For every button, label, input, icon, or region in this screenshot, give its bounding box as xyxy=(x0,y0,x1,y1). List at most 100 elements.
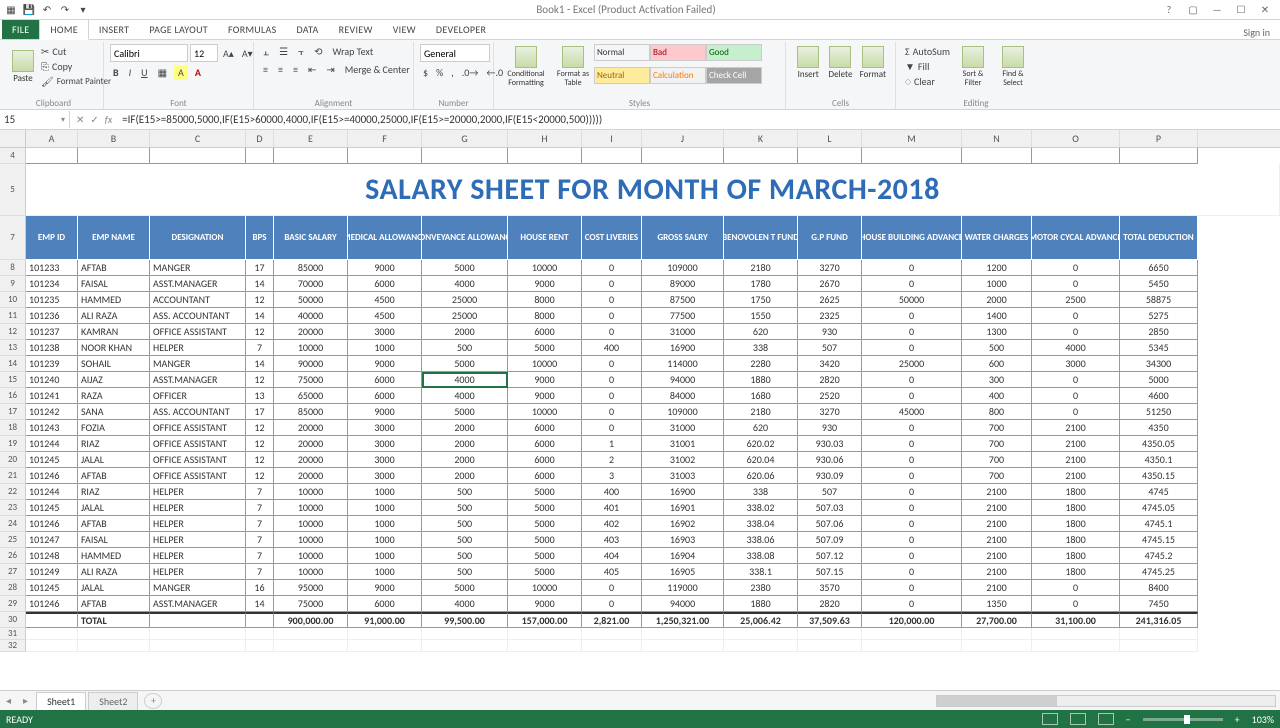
cell[interactable] xyxy=(962,148,1032,164)
cell[interactable]: OFFICE ASSISTANT xyxy=(150,420,246,436)
cell[interactable]: 12 xyxy=(246,292,274,308)
cell[interactable]: HELPER xyxy=(150,532,246,548)
cell[interactable]: 4000 xyxy=(422,372,508,388)
cell[interactable]: 31000 xyxy=(642,324,724,340)
cell[interactable]: 0 xyxy=(1032,372,1120,388)
cell[interactable]: 0 xyxy=(862,468,962,484)
cell[interactable]: 620 xyxy=(724,324,798,340)
tab-data[interactable]: DATA xyxy=(287,20,329,39)
cell[interactable]: 2000 xyxy=(422,420,508,436)
percent-icon[interactable]: % xyxy=(433,65,446,80)
cell[interactable]: 2100 xyxy=(1032,420,1120,436)
cell[interactable]: 2820 xyxy=(798,596,862,612)
cell[interactable] xyxy=(962,628,1032,640)
cell[interactable]: 930 xyxy=(798,420,862,436)
cell[interactable] xyxy=(78,148,150,164)
column-header[interactable]: K xyxy=(724,130,798,147)
indent-increase-icon[interactable]: ⇥ xyxy=(323,62,337,77)
page-layout-view-icon[interactable] xyxy=(1070,713,1086,725)
cell[interactable]: 4350 xyxy=(1120,420,1198,436)
cell[interactable]: AFTAB xyxy=(78,260,150,276)
cell[interactable]: 0 xyxy=(862,388,962,404)
cell[interactable]: 12 xyxy=(246,324,274,340)
row-header[interactable]: 15 xyxy=(0,372,26,388)
cell[interactable]: 2325 xyxy=(798,308,862,324)
delete-cells-button[interactable]: Delete xyxy=(824,44,856,82)
autosum-button[interactable]: ΣAutoSum xyxy=(902,44,953,59)
cell[interactable]: 700 xyxy=(962,436,1032,452)
cell[interactable]: 4000 xyxy=(422,596,508,612)
cell[interactable]: 1000 xyxy=(348,548,422,564)
cell[interactable]: 0 xyxy=(582,308,642,324)
cell[interactable]: 338.08 xyxy=(724,548,798,564)
cell[interactable]: 5000 xyxy=(422,404,508,420)
cell[interactable]: 5000 xyxy=(422,580,508,596)
cell[interactable]: 16900 xyxy=(642,340,724,356)
cell[interactable]: 400 xyxy=(582,340,642,356)
cell[interactable] xyxy=(1120,628,1198,640)
cell[interactable]: 6000 xyxy=(348,372,422,388)
cell[interactable]: 25000 xyxy=(422,308,508,324)
cell[interactable]: 0 xyxy=(582,276,642,292)
cell[interactable]: 0 xyxy=(862,436,962,452)
cell[interactable]: 9000 xyxy=(508,276,582,292)
cell[interactable]: 1000 xyxy=(348,516,422,532)
cell[interactable]: 0 xyxy=(1032,388,1120,404)
cell[interactable] xyxy=(642,640,724,652)
cell[interactable]: 7 xyxy=(246,484,274,500)
cell[interactable]: 10000 xyxy=(508,356,582,372)
column-header[interactable]: P xyxy=(1120,130,1198,147)
cell[interactable]: 3000 xyxy=(348,468,422,484)
cell[interactable]: 101245 xyxy=(26,500,78,516)
cell[interactable]: 2100 xyxy=(1032,452,1120,468)
cell[interactable]: 338 xyxy=(724,340,798,356)
cell[interactable]: 95000 xyxy=(274,580,348,596)
column-header[interactable]: L xyxy=(798,130,862,147)
cell[interactable]: JALAL xyxy=(78,580,150,596)
cell[interactable]: 50000 xyxy=(274,292,348,308)
cell[interactable]: 2500 xyxy=(1032,292,1120,308)
cell[interactable] xyxy=(1120,640,1198,652)
cell[interactable]: HELPER xyxy=(150,340,246,356)
column-header[interactable]: M xyxy=(862,130,962,147)
increase-decimal-icon[interactable]: .0→ xyxy=(459,65,482,80)
cell[interactable] xyxy=(798,628,862,640)
cell[interactable]: 31,100.00 xyxy=(1032,612,1120,628)
cell[interactable]: 45000 xyxy=(862,404,962,420)
cell[interactable]: 2000 xyxy=(962,292,1032,308)
cell[interactable]: 101237 xyxy=(26,324,78,340)
cell[interactable]: 2280 xyxy=(724,356,798,372)
cell[interactable]: 0 xyxy=(862,308,962,324)
cell[interactable] xyxy=(724,640,798,652)
row-header[interactable]: 5 xyxy=(0,164,26,216)
cell[interactable]: 3270 xyxy=(798,404,862,420)
tab-home[interactable]: HOME xyxy=(39,19,88,40)
cell[interactable]: 500 xyxy=(422,340,508,356)
cell[interactable]: 101234 xyxy=(26,276,78,292)
tab-review[interactable]: REVIEW xyxy=(329,20,383,39)
cell[interactable]: 2180 xyxy=(724,260,798,276)
cell[interactable]: HAMMED xyxy=(78,548,150,564)
cell[interactable]: 5000 xyxy=(508,548,582,564)
cell[interactable]: 1 xyxy=(582,436,642,452)
cell[interactable]: 101244 xyxy=(26,484,78,500)
cell[interactable]: 16901 xyxy=(642,500,724,516)
cell[interactable]: 2850 xyxy=(1120,324,1198,340)
cell[interactable]: BPS xyxy=(246,216,274,260)
fill-button[interactable]: ▼Fill xyxy=(902,59,953,74)
cell[interactable] xyxy=(724,148,798,164)
cell[interactable]: 0 xyxy=(582,260,642,276)
row-header[interactable]: 7 xyxy=(0,216,26,260)
cell[interactable]: 101245 xyxy=(26,452,78,468)
cell[interactable]: 700 xyxy=(962,452,1032,468)
row-header[interactable]: 18 xyxy=(0,420,26,436)
cell[interactable]: 507.06 xyxy=(798,516,862,532)
cell[interactable]: ALI RAZA xyxy=(78,308,150,324)
cell[interactable]: 7 xyxy=(246,340,274,356)
tab-view[interactable]: VIEW xyxy=(383,20,426,39)
row-header[interactable]: 4 xyxy=(0,148,26,164)
column-header[interactable]: F xyxy=(348,130,422,147)
cell[interactable]: 2000 xyxy=(422,436,508,452)
row-header[interactable]: 31 xyxy=(0,628,26,640)
style-calculation[interactable]: Calculation xyxy=(650,67,706,84)
